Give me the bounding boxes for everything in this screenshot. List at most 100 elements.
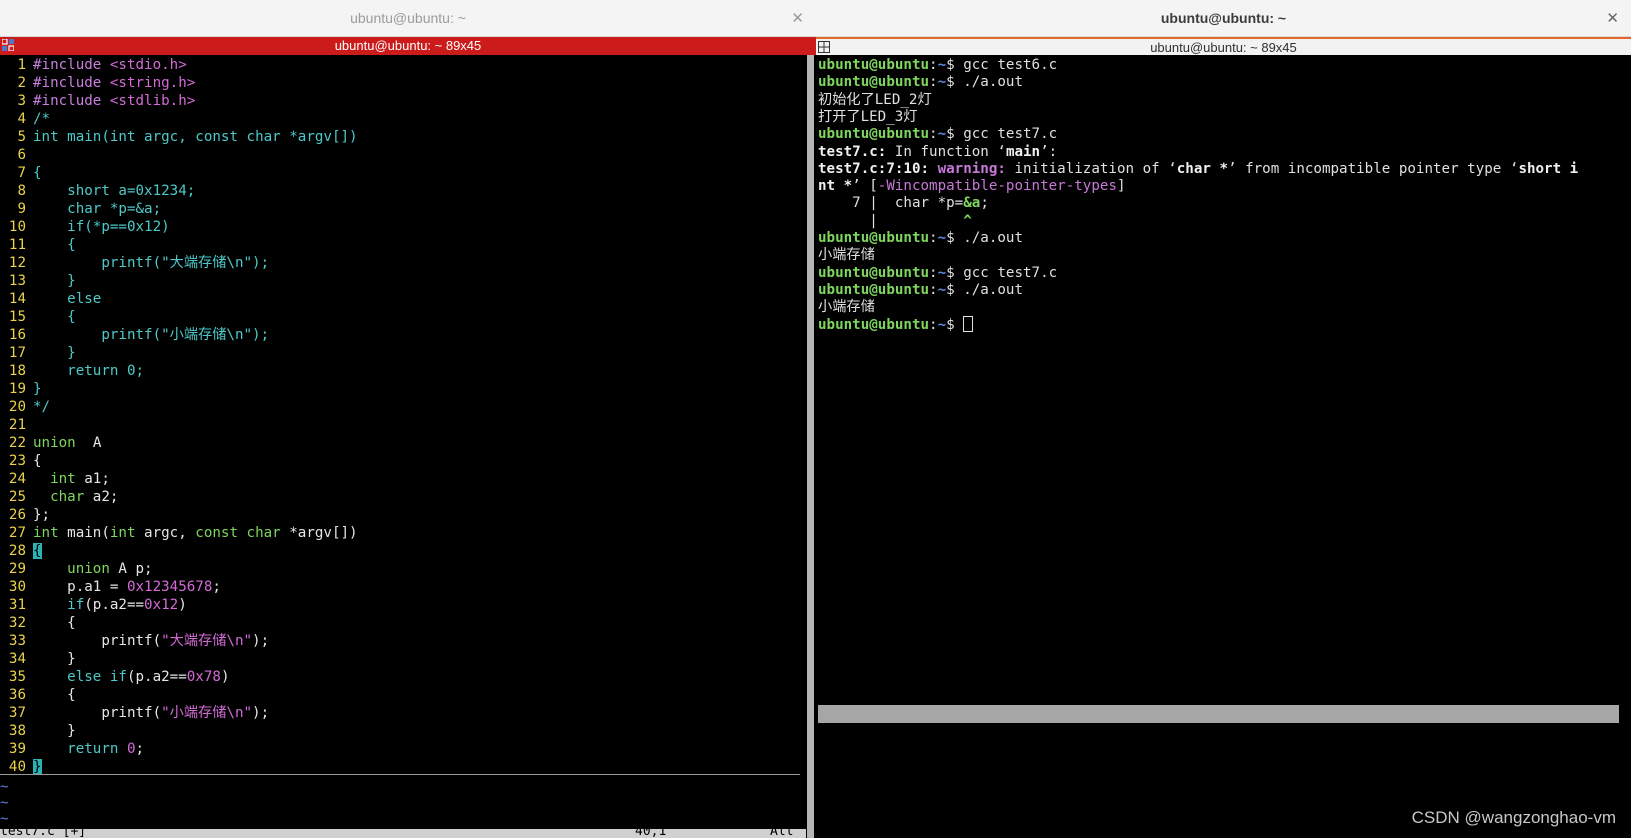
line-number: 13 bbox=[8, 273, 26, 289]
right-terminal-header[interactable]: ubuntu@ubuntu: ~ 89x45 bbox=[816, 37, 1631, 55]
terminal-scrollbar[interactable] bbox=[818, 705, 1619, 723]
code-line[interactable]: 34 } bbox=[0, 650, 358, 668]
code-token: <stdio.h> bbox=[109, 57, 187, 73]
terminal-output-pane[interactable]: ubuntu@ubuntu:~$ gcc test6.c ubuntu@ubunt… bbox=[818, 55, 1631, 838]
code-token: argc, bbox=[135, 525, 196, 541]
code-line[interactable]: 19} bbox=[0, 380, 358, 398]
code-line[interactable]: 14 else bbox=[0, 290, 358, 308]
code-line[interactable]: 7{ bbox=[0, 164, 358, 182]
code-line[interactable]: 31 if(p.a2==0x12) bbox=[0, 596, 358, 614]
code-token: <stdlib.h> bbox=[109, 93, 196, 109]
prompt-path: ~ bbox=[937, 126, 947, 143]
line-number: 35 bbox=[8, 669, 26, 685]
code-line[interactable]: 20 */ bbox=[0, 398, 358, 416]
code-token: A p; bbox=[109, 561, 153, 577]
terminal-text: 初始化了LED_2灯 bbox=[818, 91, 932, 108]
code-line[interactable]: 8 short a=0x1234; bbox=[0, 182, 358, 200]
code-line[interactable]: 28 { bbox=[0, 542, 358, 560]
code-line[interactable]: 21 bbox=[0, 416, 358, 434]
terminal-text: ’ from incompatible pointer type ‘ bbox=[1228, 160, 1519, 177]
terminal-text: ; bbox=[980, 195, 989, 212]
code-token: if bbox=[33, 597, 85, 613]
code-line[interactable]: 15 { bbox=[0, 308, 358, 326]
code-line[interactable]: 38 } bbox=[0, 722, 358, 740]
code-token: /* bbox=[33, 111, 51, 127]
code-token: ) bbox=[220, 669, 230, 685]
code-line[interactable]: 5 int main(int argc, const char *argv[]) bbox=[0, 128, 357, 146]
code-token: } bbox=[33, 345, 76, 361]
right-window-titlebar[interactable]: ubuntu@ubuntu: ~ ✕ bbox=[816, 0, 1631, 37]
terminal-text: $ bbox=[946, 316, 964, 333]
code-line[interactable]: 37 printf("小端存储\n"); bbox=[0, 704, 358, 722]
line-number: 3 bbox=[17, 93, 26, 109]
left-close-icon[interactable]: ✕ bbox=[791, 9, 804, 27]
right-close-icon[interactable]: ✕ bbox=[1606, 9, 1619, 27]
code-line[interactable]: 30 p.a1 = 0x12345678; bbox=[0, 578, 358, 596]
line-number: 26 bbox=[8, 507, 26, 523]
code-token: int bbox=[33, 525, 59, 541]
code-line[interactable]: 25 char a2; bbox=[0, 488, 358, 506]
terminal-text: -Wincompatible-pointer-types bbox=[877, 178, 1117, 195]
code-line[interactable]: 32 { bbox=[0, 614, 358, 632]
code-token: union bbox=[33, 561, 110, 577]
code-token: 0x12 bbox=[144, 597, 179, 613]
terminal-line: nt *’ [-Wincompatible-pointer-types] bbox=[818, 177, 1126, 195]
code-line[interactable]: 16 printf("小端存储\n"); bbox=[0, 326, 358, 344]
code-line[interactable]: 9 char *p=&a; bbox=[0, 200, 358, 218]
code-line[interactable]: 18 return 0; bbox=[0, 362, 358, 380]
vim-editor-pane[interactable]: 1 #include <stdio.h> 2 #include <string.h> 3… bbox=[0, 55, 806, 838]
terminal-text: In function ‘ bbox=[886, 143, 1006, 160]
code-line[interactable]: 6 bbox=[0, 146, 358, 164]
code-line[interactable]: 35 else if(p.a2==0x78) bbox=[0, 668, 358, 686]
code-token: (p.a2== bbox=[84, 597, 145, 613]
line-number: 5 bbox=[17, 129, 26, 145]
code-token: printf( bbox=[33, 705, 162, 721]
code-line[interactable]: 39 return 0; bbox=[0, 740, 358, 758]
code-token: else bbox=[33, 291, 102, 307]
code-token: "小端存储\n" bbox=[161, 705, 253, 721]
code-line[interactable]: 1 #include <stdio.h> bbox=[0, 56, 358, 74]
code-line[interactable]: 23 { bbox=[0, 452, 358, 470]
right-window-title: ubuntu@ubuntu: ~ bbox=[1160, 10, 1287, 26]
code-token: }; bbox=[33, 507, 51, 523]
terminal-text: : bbox=[929, 230, 938, 246]
terminal-text: &a bbox=[963, 195, 981, 212]
terminal-text: ] bbox=[1116, 178, 1126, 195]
code-line[interactable]: 17 } bbox=[0, 344, 358, 362]
line-number: 38 bbox=[8, 723, 26, 739]
terminal-cursor[interactable] bbox=[963, 315, 974, 332]
code-token: *argv[]) bbox=[280, 525, 358, 541]
code-line[interactable]: 11 { bbox=[0, 236, 358, 254]
code-line[interactable]: 36 { bbox=[0, 686, 358, 704]
code-line[interactable]: 4 /* bbox=[0, 110, 358, 128]
pane-splitter[interactable] bbox=[806, 55, 816, 838]
terminal-text: : bbox=[929, 264, 938, 281]
code-token: #include bbox=[33, 93, 110, 109]
terminal-text: test7.c: bbox=[818, 143, 887, 160]
vim-separator bbox=[0, 774, 800, 775]
line-number: 10 bbox=[8, 219, 26, 235]
line-number: 15 bbox=[8, 309, 26, 325]
code-line[interactable]: 24 int a1; bbox=[0, 470, 358, 488]
code-line[interactable]: 13 } bbox=[0, 272, 358, 290]
terminal-text: test7.c:7:10: bbox=[818, 160, 938, 177]
line-number: 32 bbox=[8, 615, 26, 631]
code-line[interactable]: 29 union A p; bbox=[0, 560, 358, 578]
terminal-text: ’ [ bbox=[852, 178, 878, 195]
code-line[interactable]: 10 if(*p==0x12) bbox=[0, 218, 358, 236]
line-number: 11 bbox=[8, 237, 26, 253]
code-line[interactable]: 3 #include <stdlib.h> bbox=[0, 92, 358, 110]
code-line[interactable]: 26}; bbox=[0, 506, 358, 524]
code-line[interactable]: 33 printf("大端存储\n"); bbox=[0, 632, 358, 650]
terminal-text: warning: bbox=[937, 160, 1015, 177]
code-line[interactable]: 22 union A bbox=[0, 434, 358, 452]
code-token: } bbox=[33, 273, 76, 289]
left-terminal-header[interactable]: ubuntu@ubuntu: ~ 89x45 bbox=[0, 37, 816, 55]
vim-cursor: } bbox=[33, 759, 42, 775]
left-window-titlebar[interactable]: ubuntu@ubuntu: ~ ✕ bbox=[0, 0, 816, 37]
code-line[interactable]: 2 #include <string.h> bbox=[0, 74, 358, 92]
code-line[interactable]: 12 printf("大端存储\n"); bbox=[0, 254, 358, 272]
line-number: 34 bbox=[8, 651, 26, 667]
code-line[interactable]: 27 int main(int argc, const char *argv[]) bbox=[0, 524, 358, 542]
